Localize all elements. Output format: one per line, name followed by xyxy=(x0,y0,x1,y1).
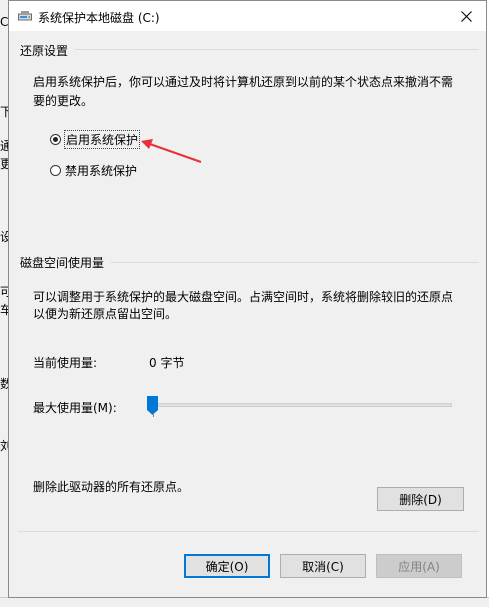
max-usage-label: 最大使用量(M): xyxy=(33,401,117,415)
close-icon xyxy=(460,10,472,22)
current-usage-label: 当前使用量: xyxy=(33,356,98,370)
radio-enable-protection[interactable]: 启用系统保护 xyxy=(50,130,141,149)
radio-disable-protection[interactable]: 禁用系统保护 xyxy=(50,162,138,179)
annotation-arrow-icon xyxy=(141,139,202,163)
ok-button[interactable]: 确定(O) xyxy=(184,554,270,578)
cancel-button[interactable]: 取消(C) xyxy=(280,554,366,578)
radio-enable-label: 启用系统保护 xyxy=(64,130,141,149)
apply-button[interactable]: 应用(A) xyxy=(376,554,462,578)
radio-button-checked[interactable] xyxy=(50,134,61,145)
disk-usage-group-title: 磁盘空间使用量 xyxy=(20,256,105,270)
group-divider xyxy=(111,262,479,263)
restore-description-line-1: 启用系统保护后，你可以通过及时将计算机还原到以前的某个状态点来撤消不需 xyxy=(33,75,454,89)
max-usage-slider-track[interactable] xyxy=(149,403,452,407)
title-bar[interactable]: 系统保护本地磁盘 (C:) xyxy=(9,1,486,31)
delete-button[interactable]: 删除(D) xyxy=(377,487,464,511)
group-divider xyxy=(75,49,479,50)
radio-button-unchecked[interactable] xyxy=(50,165,61,176)
restore-description-line-2: 要的更改。 xyxy=(33,94,94,108)
current-usage-value: 0 字节 xyxy=(149,356,185,370)
restore-settings-group-title: 还原设置 xyxy=(20,44,69,58)
close-button[interactable] xyxy=(454,5,478,27)
radio-disable-label: 禁用系统保护 xyxy=(65,164,138,178)
disk-usage-description-line-2: 以便为新还原点留出空间。 xyxy=(33,307,178,321)
drive-icon xyxy=(18,11,32,21)
system-protection-dialog: 系统保护本地磁盘 (C:) 还原设置 启用系统保护后，你可以通过及时将计算机还原… xyxy=(8,0,487,598)
window-title: 系统保护本地磁盘 (C:) xyxy=(38,11,160,25)
delete-restore-points-label: 删除此驱动器的所有还原点。 xyxy=(33,480,190,494)
slider-tick xyxy=(153,413,154,417)
footer-separator xyxy=(18,531,479,532)
